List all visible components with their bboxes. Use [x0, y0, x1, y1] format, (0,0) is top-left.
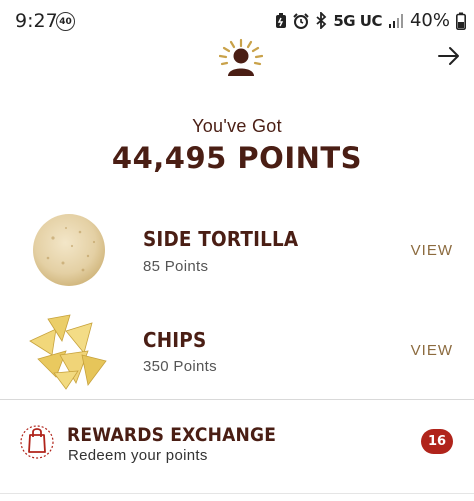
- shopping-bag-icon: [20, 425, 54, 459]
- app-header: [0, 36, 474, 82]
- view-button[interactable]: VIEW: [411, 342, 453, 359]
- bottom-divider: [0, 493, 474, 494]
- sun-person-logo-icon: [219, 38, 263, 76]
- notification-count-badge: 40: [56, 12, 75, 31]
- arrow-right-icon[interactable]: [438, 45, 460, 67]
- tortilla-image: [33, 214, 105, 286]
- battery-icon: [456, 12, 466, 30]
- reward-name: SIDE TORTILLA: [143, 227, 299, 251]
- points-label: You've Got: [192, 116, 282, 136]
- points-total: 44,495 POINTS: [111, 141, 363, 175]
- chips-image: [29, 314, 107, 390]
- battery-percent: 40%: [409, 10, 450, 31]
- reward-item[interactable]: SIDE TORTILLA 85 Points VIEW: [0, 205, 474, 297]
- reward-name: CHIPS: [143, 328, 207, 352]
- bluetooth-icon: [316, 12, 327, 29]
- network-type: 5G UC: [333, 11, 382, 30]
- exchange-count-badge: 16: [421, 429, 453, 454]
- alarm-icon: [293, 12, 310, 29]
- battery-saver-icon: [276, 12, 287, 28]
- status-time: 9:27: [15, 10, 58, 32]
- exchange-title: REWARDS EXCHANGE: [67, 424, 277, 446]
- reward-item[interactable]: CHIPS 350 Points VIEW: [0, 305, 474, 397]
- signal-icon: [388, 13, 403, 28]
- reward-points: 350 Points: [143, 358, 217, 375]
- view-button[interactable]: VIEW: [411, 242, 453, 259]
- reward-points: 85 Points: [143, 258, 209, 275]
- status-icons: 5G UC 40%: [275, 10, 466, 31]
- rewards-exchange-link[interactable]: REWARDS EXCHANGE Redeem your points 16: [0, 400, 474, 488]
- exchange-subtitle: Redeem your points: [68, 447, 208, 464]
